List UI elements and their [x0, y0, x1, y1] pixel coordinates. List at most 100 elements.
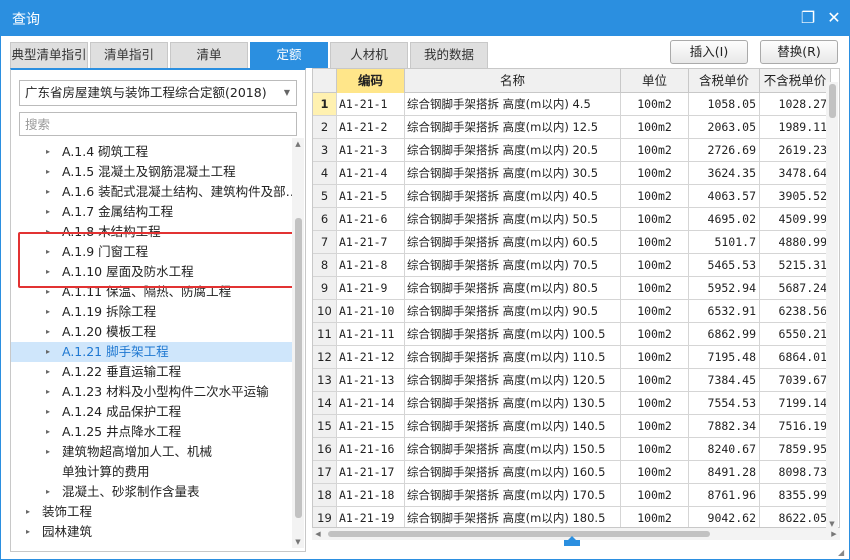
grid-horizontal-thumb[interactable] — [328, 531, 710, 537]
chevron-right-icon[interactable]: ▸ — [23, 502, 33, 522]
table-row[interactable]: 7 A1-21-7 综合钢脚手架搭拆 高度(m以内) 60.5 100m2 5101.7… — [313, 231, 831, 254]
tree-node[interactable]: ▸ A.1.9 门窗工程 — [11, 242, 293, 262]
tree-node[interactable]: ▸ 装饰工程 — [11, 502, 293, 522]
table-row[interactable]: 16 A1-21-16 综合钢脚手架搭拆 高度(m以内) 150.5 100m2 824… — [313, 438, 831, 461]
tree-node[interactable]: ▸ 建筑物超高增加人工、机械 — [11, 442, 293, 462]
resize-grip-icon[interactable]: ◢ — [838, 548, 844, 557]
table-row[interactable]: 9 A1-21-9 综合钢脚手架搭拆 高度(m以内) 80.5 100m2 5952.9… — [313, 277, 831, 300]
tab-bill-guide[interactable]: 清单指引 — [90, 42, 168, 68]
tree-node[interactable]: 单独计算的费用 — [11, 462, 293, 482]
table-row[interactable]: 17 A1-21-17 综合钢脚手架搭拆 高度(m以内) 160.5 100m2 849… — [313, 461, 831, 484]
table-row[interactable]: 1 A1-21-1 综合钢脚手架搭拆 高度(m以内) 4.5 100m2 1058.05… — [313, 93, 831, 116]
search-input[interactable] — [19, 112, 297, 136]
tree-node[interactable]: ▸ A.1.5 混凝土及钢筋混凝土工程 — [11, 162, 293, 182]
unit-column-header[interactable]: 单位 — [621, 69, 689, 93]
tree-scroll-thumb[interactable] — [295, 218, 302, 518]
table-row[interactable]: 6 A1-21-6 综合钢脚手架搭拆 高度(m以内) 50.5 100m2 4695.0… — [313, 208, 831, 231]
name-cell: 综合钢脚手架搭拆 高度(m以内) 160.5 — [405, 461, 621, 483]
tab-quota[interactable]: 定额 — [250, 42, 328, 68]
chevron-right-icon[interactable]: ▸ — [43, 202, 53, 222]
chevron-right-icon[interactable]: ▸ — [43, 142, 53, 162]
panel-splitter-handle[interactable] — [564, 536, 580, 546]
table-row[interactable]: 14 A1-21-14 综合钢脚手架搭拆 高度(m以内) 130.5 100m2 755… — [313, 392, 831, 415]
chevron-right-icon[interactable]: ▸ — [43, 442, 53, 462]
tree-node[interactable]: ▸ 园林建筑 — [11, 522, 293, 542]
chevron-right-icon[interactable]: ▸ — [23, 522, 33, 542]
table-row[interactable]: 4 A1-21-4 综合钢脚手架搭拆 高度(m以内) 30.5 100m2 3624.3… — [313, 162, 831, 185]
tree-node[interactable]: ▸ A.1.11 保温、隔热、防腐工程 — [11, 282, 293, 302]
chevron-right-icon[interactable]: ▸ — [43, 322, 53, 342]
scroll-up-icon[interactable]: ▲ — [292, 138, 304, 150]
scroll-down-icon[interactable]: ▼ — [292, 536, 304, 548]
table-row[interactable]: 5 A1-21-5 综合钢脚手架搭拆 高度(m以内) 40.5 100m2 4063.5… — [313, 185, 831, 208]
quota-library-value: 广东省房屋建筑与装饰工程综合定额(2018) — [25, 85, 267, 100]
tree-node[interactable]: ▸ A.1.22 垂直运输工程 — [11, 362, 293, 382]
chevron-right-icon[interactable]: ▸ — [43, 382, 53, 402]
chevron-right-icon[interactable]: ▸ — [43, 182, 53, 202]
table-row[interactable]: 10 A1-21-10 综合钢脚手架搭拆 高度(m以内) 90.5 100m2 6532… — [313, 300, 831, 323]
close-icon[interactable]: ✕ — [822, 6, 846, 30]
restore-icon[interactable]: ❐ — [796, 6, 820, 30]
tree-node[interactable]: ▸ A.1.25 井点降水工程 — [11, 422, 293, 442]
tree-node[interactable]: ▸ A.1.6 装配式混凝土结构、建筑构件及部… — [11, 182, 293, 202]
tree-node[interactable]: ▸ A.1.10 屋面及防水工程 — [11, 262, 293, 282]
chevron-right-icon[interactable]: ▸ — [43, 422, 53, 442]
chevron-right-icon[interactable]: ▸ — [43, 162, 53, 182]
tab-labor-material-machine[interactable]: 人材机 — [330, 42, 408, 68]
tax-price-cell: 8761.96 — [689, 484, 760, 506]
chevron-right-icon[interactable]: ▸ — [43, 222, 53, 242]
tree-node[interactable]: ▸ A.1.24 成品保护工程 — [11, 402, 293, 422]
table-row[interactable]: 12 A1-21-12 综合钢脚手架搭拆 高度(m以内) 110.5 100m2 719… — [313, 346, 831, 369]
tree-node[interactable]: ▸ 混凝土、砂浆制作含量表 — [11, 482, 293, 502]
insert-button[interactable]: 插入(I) — [670, 40, 748, 64]
table-row[interactable]: 15 A1-21-15 综合钢脚手架搭拆 高度(m以内) 140.5 100m2 788… — [313, 415, 831, 438]
name-column-header[interactable]: 名称 — [405, 69, 621, 93]
tree-node[interactable]: ▸ A.1.8 木结构工程 — [11, 222, 293, 242]
grid-vertical-thumb[interactable] — [829, 84, 836, 118]
chevron-right-icon[interactable]: ▸ — [43, 342, 53, 362]
chevron-right-icon[interactable]: ▸ — [43, 262, 53, 282]
unit-cell: 100m2 — [621, 116, 689, 138]
tax-price-cell: 4695.02 — [689, 208, 760, 230]
row-number-header[interactable] — [313, 69, 337, 93]
chevron-right-icon[interactable]: ▸ — [43, 242, 53, 262]
quota-library-select[interactable]: 广东省房屋建筑与装饰工程综合定额(2018) ▼ — [19, 80, 297, 106]
chevron-right-icon[interactable]: ▸ — [43, 402, 53, 422]
table-row[interactable]: 13 A1-21-13 综合钢脚手架搭拆 高度(m以内) 120.5 100m2 738… — [313, 369, 831, 392]
table-row[interactable]: 18 A1-21-18 综合钢脚手架搭拆 高度(m以内) 170.5 100m2 876… — [313, 484, 831, 507]
tax-price-cell: 8240.67 — [689, 438, 760, 460]
chevron-right-icon[interactable]: ▸ — [43, 302, 53, 322]
chevron-right-icon[interactable]: ▸ — [43, 282, 53, 302]
chevron-right-icon[interactable]: ▸ — [43, 482, 53, 502]
table-row[interactable]: 3 A1-21-3 综合钢脚手架搭拆 高度(m以内) 20.5 100m2 2726.6… — [313, 139, 831, 162]
table-row[interactable]: 2 A1-21-2 综合钢脚手架搭拆 高度(m以内) 12.5 100m2 2063.0… — [313, 116, 831, 139]
tree-node[interactable]: ▸ A.1.4 砌筑工程 — [11, 142, 293, 162]
pretax-price-column-header[interactable]: 不含税单价 — [760, 69, 831, 93]
chevron-right-icon[interactable]: ▸ — [43, 362, 53, 382]
grid-horizontal-scrollbar[interactable]: ◀ ▶ — [312, 528, 840, 540]
tree-scrollbar[interactable]: ▲ ▼ — [292, 138, 304, 548]
tab-bill[interactable]: 清单 — [170, 42, 248, 68]
tree-node[interactable]: ▸ A.1.7 金属结构工程 — [11, 202, 293, 222]
tree-node-label: A.1.24 成品保护工程 — [62, 404, 182, 419]
name-cell: 综合钢脚手架搭拆 高度(m以内) 40.5 — [405, 185, 621, 207]
table-row[interactable]: 11 A1-21-11 综合钢脚手架搭拆 高度(m以内) 100.5 100m2 686… — [313, 323, 831, 346]
tab-my-data[interactable]: 我的数据 — [410, 42, 488, 68]
row-number: 17 — [313, 461, 337, 483]
tax-price-cell: 5465.53 — [689, 254, 760, 276]
code-column-header[interactable]: 编码 — [337, 69, 405, 93]
code-cell: A1-21-18 — [337, 484, 405, 506]
tree-node[interactable]: ▸ A.1.23 材料及小型构件二次水平运输 — [11, 382, 293, 402]
tree-node[interactable]: ▸ A.1.21 脚手架工程 — [11, 342, 293, 362]
tree-node[interactable]: ▸ A.1.20 模板工程 — [11, 322, 293, 342]
grid-vertical-scrollbar[interactable]: ▼ — [826, 82, 838, 530]
pretax-price-cell: 4880.99 — [760, 231, 831, 253]
table-row[interactable]: 19 A1-21-19 综合钢脚手架搭拆 高度(m以内) 180.5 100m2 904… — [313, 507, 831, 527]
tree-node[interactable]: ▸ A.1.19 拆除工程 — [11, 302, 293, 322]
table-row[interactable]: 8 A1-21-8 综合钢脚手架搭拆 高度(m以内) 70.5 100m2 5465.5… — [313, 254, 831, 277]
scroll-left-icon[interactable]: ◀ — [312, 528, 324, 540]
scroll-right-icon[interactable]: ▶ — [828, 528, 840, 540]
tax-price-column-header[interactable]: 含税单价 — [689, 69, 760, 93]
tab-typical-bill-guide[interactable]: 典型清单指引 — [10, 42, 88, 68]
replace-button[interactable]: 替换(R) — [760, 40, 838, 64]
